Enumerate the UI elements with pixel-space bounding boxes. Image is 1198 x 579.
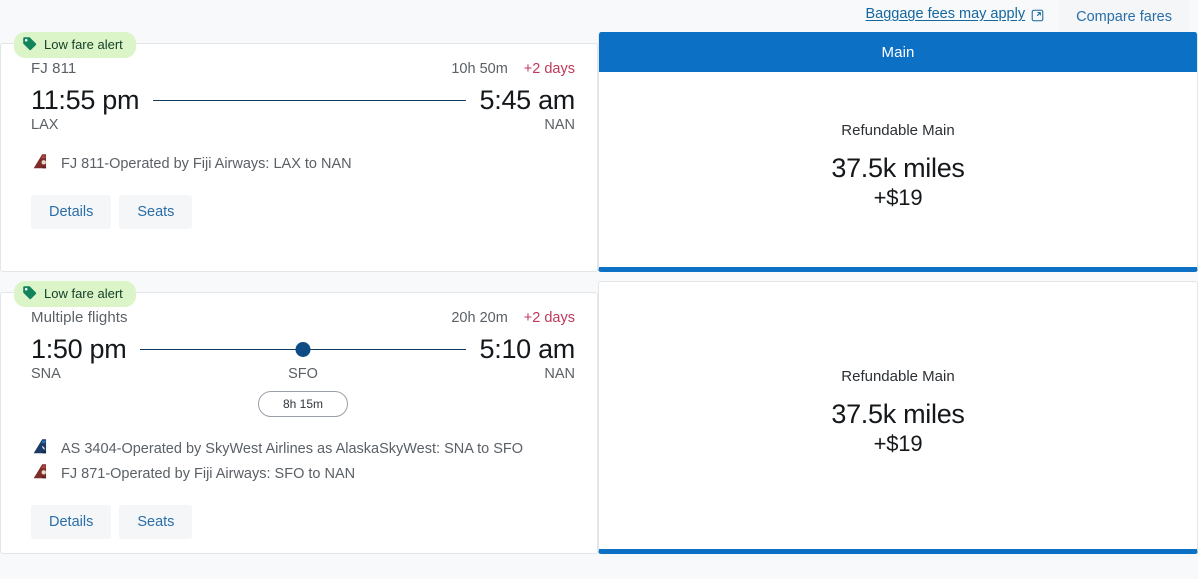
- fare-cash-price: +$19: [873, 185, 923, 211]
- itinerary-actions: Details Seats: [31, 195, 575, 229]
- route-segment-line: [153, 99, 466, 102]
- fare-card-body: Refundable Main 37.5k miles +$19: [599, 282, 1197, 549]
- layover-row: 8h 15m: [31, 391, 575, 421]
- stopover-airport-code: SFO: [288, 366, 318, 382]
- fare-column: Main Refundable Main 37.5k miles +$19: [598, 32, 1198, 272]
- itinerary-column: Low fare alert Multiple flights 20h 20m …: [0, 281, 598, 554]
- fare-product-name: Refundable Main: [841, 367, 955, 385]
- flight-result-row: Low fare alert FJ 811 10h 50m +2 days 11…: [0, 32, 1198, 272]
- arrival-time: 5:45 am: [479, 85, 576, 115]
- low-fare-alert-badge: Low fare alert: [14, 281, 136, 307]
- itinerary-card[interactable]: FJ 811 10h 50m +2 days 11:55 pm 5:45 am …: [0, 43, 598, 272]
- fare-column-header: Main: [599, 32, 1197, 72]
- itinerary-header-row: FJ 811 10h 50m +2 days: [31, 60, 575, 77]
- alaska-skywest-tail-icon: [31, 438, 50, 459]
- itinerary-card[interactable]: Multiple flights 20h 20m +2 days 1:50 pm…: [0, 292, 598, 554]
- compare-fares-button[interactable]: Compare fares: [1058, 0, 1190, 34]
- duration-group: 10h 50m +2 days: [451, 61, 575, 77]
- fare-miles-price: 37.5k miles: [831, 152, 965, 183]
- fiji-airways-tail-icon: [31, 153, 50, 174]
- route-line: [153, 92, 466, 110]
- fare-card-main[interactable]: Main Refundable Main 37.5k miles +$19: [598, 32, 1198, 272]
- days-offset: +2 days: [523, 310, 575, 326]
- fare-product-name: Refundable Main: [841, 121, 955, 139]
- external-link-icon: [1031, 9, 1044, 22]
- baggage-fees-label: Baggage fees may apply: [865, 6, 1026, 22]
- trip-duration: 10h 50m: [451, 61, 508, 77]
- fare-miles-price: 37.5k miles: [831, 398, 965, 429]
- operating-carrier-list: FJ 811-Operated by Fiji Airways: LAX to …: [31, 153, 575, 174]
- low-fare-alert-label: Low fare alert: [44, 286, 123, 301]
- airport-codes-row: LAX NAN: [31, 117, 575, 133]
- fare-card-body: Refundable Main 37.5k miles +$19: [599, 72, 1197, 267]
- destination-airport-code: NAN: [544, 366, 575, 382]
- flight-number: FJ 811: [31, 60, 77, 77]
- itinerary-header-row: Multiple flights 20h 20m +2 days: [31, 309, 575, 326]
- operating-carrier-row: FJ 811-Operated by Fiji Airways: LAX to …: [31, 153, 575, 174]
- low-fare-alert-badge: Low fare alert: [14, 32, 136, 58]
- price-tag-icon: [22, 36, 37, 54]
- baggage-fees-link[interactable]: Baggage fees may apply: [865, 0, 1044, 22]
- flight-results-list: Low fare alert FJ 811 10h 50m +2 days 11…: [0, 32, 1198, 554]
- operating-carrier-text: FJ 871-Operated by Fiji Airways: SFO to …: [61, 465, 356, 482]
- route-line: [140, 341, 466, 359]
- low-fare-alert-label: Low fare alert: [44, 37, 123, 52]
- operating-carrier-text: AS 3404-Operated by SkyWest Airlines as …: [61, 440, 524, 457]
- duration-group: 20h 20m +2 days: [451, 310, 575, 326]
- airport-codes-row: SNA SFO NAN: [31, 366, 575, 382]
- fare-column: Refundable Main 37.5k miles +$19: [598, 281, 1198, 554]
- fare-card-main[interactable]: Refundable Main 37.5k miles +$19: [598, 281, 1198, 554]
- trip-duration: 20h 20m: [451, 310, 508, 326]
- top-utility-bar: Baggage fees may apply Compare fares: [0, 0, 1198, 34]
- origin-airport-code: SNA: [31, 366, 61, 382]
- seats-button[interactable]: Seats: [119, 505, 193, 539]
- fare-cash-price: +$19: [873, 431, 923, 457]
- departure-time: 1:50 pm: [31, 334, 127, 364]
- days-offset: +2 days: [523, 61, 575, 77]
- details-button[interactable]: Details: [31, 195, 112, 229]
- operating-carrier-list: AS 3404-Operated by SkyWest Airlines as …: [31, 438, 575, 484]
- stopover-dot-icon: [295, 342, 311, 357]
- arrival-time: 5:10 am: [479, 334, 576, 364]
- itinerary-actions: Details Seats: [31, 505, 575, 539]
- departure-time: 11:55 pm: [31, 85, 140, 115]
- operating-carrier-row: AS 3404-Operated by SkyWest Airlines as …: [31, 438, 575, 459]
- itinerary-column: Low fare alert FJ 811 10h 50m +2 days 11…: [0, 32, 598, 272]
- fiji-airways-tail-icon: [31, 463, 50, 484]
- operating-carrier-row: FJ 871-Operated by Fiji Airways: SFO to …: [31, 463, 575, 484]
- layover-duration-pill: 8h 15m: [257, 391, 349, 417]
- details-button[interactable]: Details: [31, 505, 112, 539]
- price-tag-icon: [22, 285, 37, 303]
- origin-airport-code: LAX: [31, 117, 59, 133]
- operating-carrier-text: FJ 811-Operated by Fiji Airways: LAX to …: [61, 155, 352, 172]
- destination-airport-code: NAN: [544, 117, 575, 133]
- timeline-row: 1:50 pm 5:10 am: [31, 334, 575, 365]
- flight-result-row: Low fare alert Multiple flights 20h 20m …: [0, 281, 1198, 554]
- flight-number: Multiple flights: [31, 309, 128, 326]
- seats-button[interactable]: Seats: [119, 195, 193, 229]
- timeline-row: 11:55 pm 5:45 am: [31, 85, 575, 116]
